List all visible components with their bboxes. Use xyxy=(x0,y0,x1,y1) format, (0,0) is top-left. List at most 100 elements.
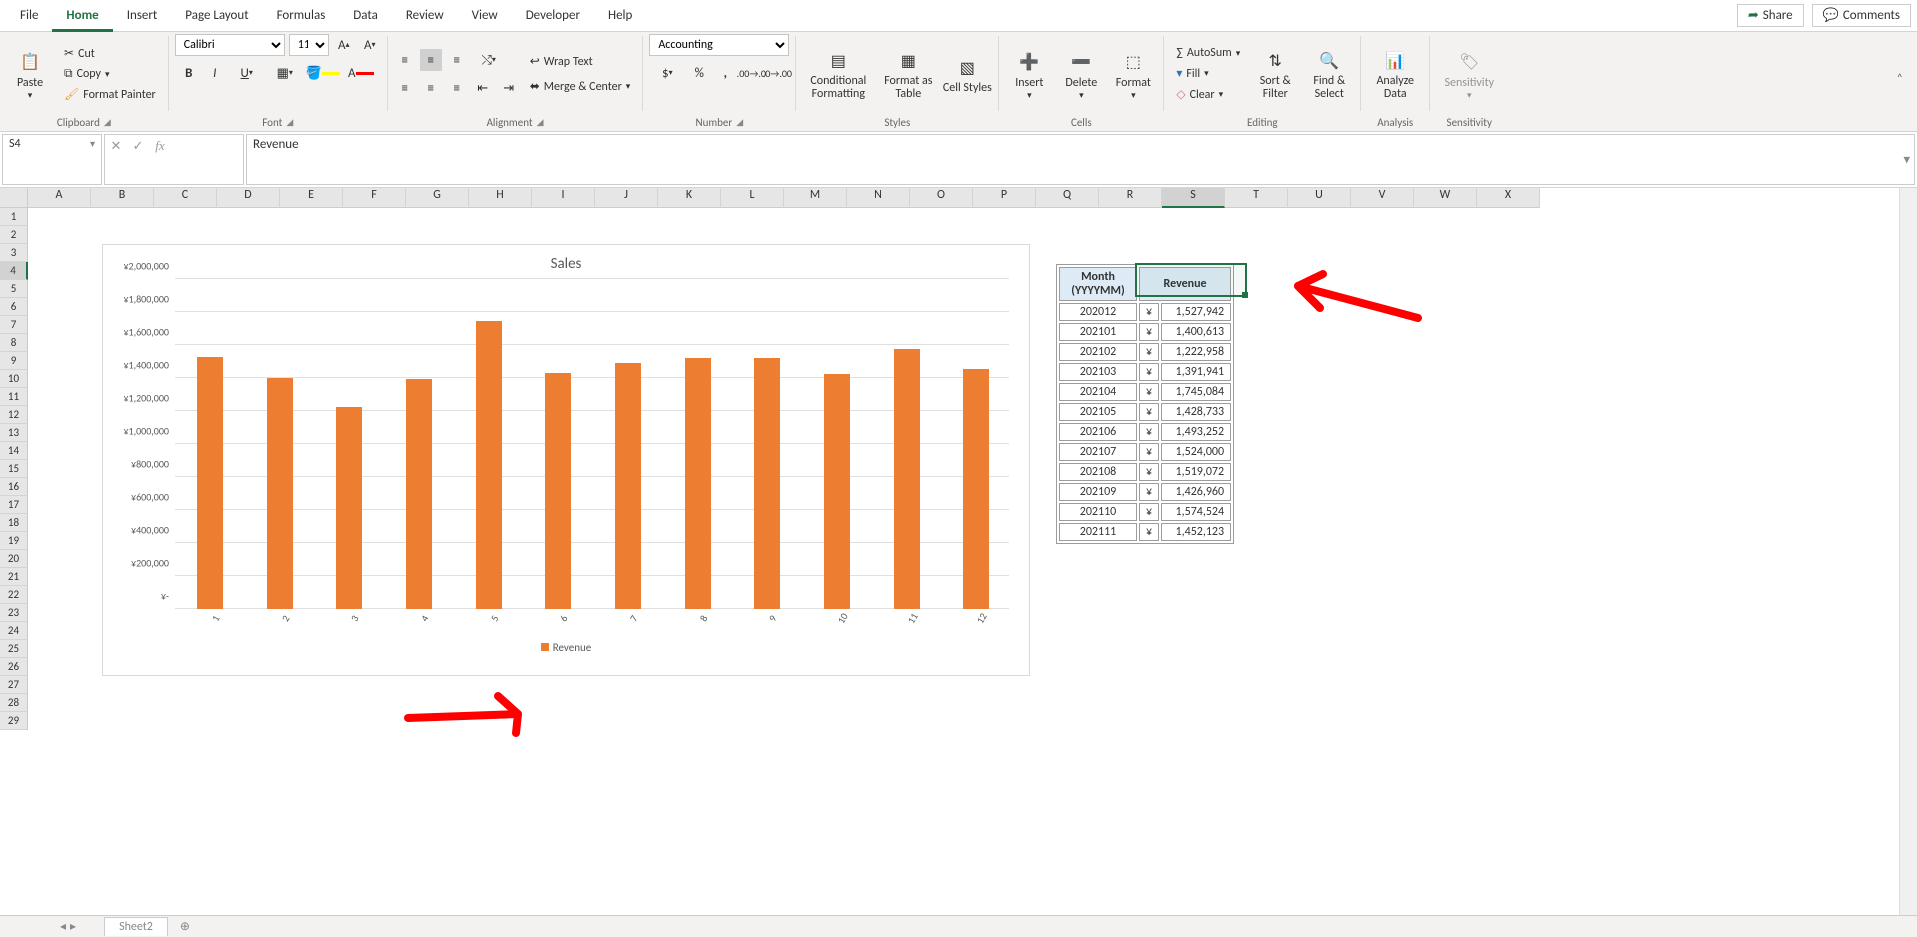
column-header[interactable]: G xyxy=(406,188,469,208)
cell-value[interactable]: 1,400,613 xyxy=(1161,323,1231,341)
cells-area[interactable]: Sales ¥-¥200,000¥400,000¥600,000¥800,000… xyxy=(28,208,1899,915)
align-bottom-icon[interactable]: ≡ xyxy=(446,49,468,71)
table-row[interactable]: 202104¥1,745,084 xyxy=(1059,383,1231,401)
fill-color-button[interactable]: 🪣 xyxy=(306,62,340,84)
cell-month[interactable]: 202109 xyxy=(1059,483,1137,501)
insert-function-icon[interactable]: fx xyxy=(149,135,171,157)
column-header[interactable]: U xyxy=(1288,188,1351,208)
chart-bar[interactable] xyxy=(894,349,920,609)
borders-button[interactable]: ▦ ▾ xyxy=(268,62,302,84)
row-header[interactable]: 5 xyxy=(0,280,28,298)
cell-value[interactable]: 1,426,960 xyxy=(1161,483,1231,501)
column-header[interactable]: T xyxy=(1225,188,1288,208)
dialog-launcher-icon[interactable]: ◢ xyxy=(537,117,544,128)
row-header[interactable]: 21 xyxy=(0,568,28,586)
row-header[interactable]: 12 xyxy=(0,406,28,424)
merge-center-button[interactable]: ⬌Merge & Center▾ xyxy=(524,77,637,96)
autosum-button[interactable]: ∑AutoSum▾ xyxy=(1170,44,1246,62)
align-left-icon[interactable]: ≡ xyxy=(394,77,416,99)
row-header[interactable]: 23 xyxy=(0,604,28,622)
cell-value[interactable]: 1,222,958 xyxy=(1161,343,1231,361)
column-header[interactable]: W xyxy=(1414,188,1477,208)
currency-button[interactable]: $ ▾ xyxy=(650,62,684,84)
row-header[interactable]: 15 xyxy=(0,460,28,478)
column-header[interactable]: X xyxy=(1477,188,1540,208)
row-header[interactable]: 19 xyxy=(0,532,28,550)
row-header[interactable]: 27 xyxy=(0,676,28,694)
copy-button[interactable]: ⧉Copy▾ xyxy=(58,65,162,83)
comma-button[interactable]: , xyxy=(714,62,736,84)
chart-bar[interactable] xyxy=(336,407,362,609)
increase-indent-icon[interactable]: ⇥ xyxy=(498,77,520,99)
delete-cells-button[interactable]: ➖Delete▾ xyxy=(1057,48,1105,101)
cell-value[interactable]: 1,452,123 xyxy=(1161,523,1231,541)
fill-handle[interactable] xyxy=(1242,292,1248,298)
column-header[interactable]: K xyxy=(658,188,721,208)
number-format-combo[interactable]: Accounting xyxy=(649,34,789,56)
row-header[interactable]: 11 xyxy=(0,388,28,406)
align-right-icon[interactable]: ≡ xyxy=(446,77,468,99)
column-header[interactable]: V xyxy=(1351,188,1414,208)
decrease-decimal-icon[interactable]: .0→.00 xyxy=(766,62,788,84)
column-header[interactable]: M xyxy=(784,188,847,208)
cell-month[interactable]: 202106 xyxy=(1059,423,1137,441)
row-header[interactable]: 6 xyxy=(0,298,28,316)
cell-currency[interactable]: ¥ xyxy=(1139,443,1159,461)
table-row[interactable]: 202111¥1,452,123 xyxy=(1059,523,1231,541)
cell-currency[interactable]: ¥ xyxy=(1139,523,1159,541)
tab-view[interactable]: View xyxy=(458,0,512,32)
row-header[interactable]: 20 xyxy=(0,550,28,568)
cell-month[interactable]: 202012 xyxy=(1059,303,1137,321)
tab-insert[interactable]: Insert xyxy=(113,0,172,32)
table-row[interactable]: 202109¥1,426,960 xyxy=(1059,483,1231,501)
row-header[interactable]: 14 xyxy=(0,442,28,460)
fill-button[interactable]: ▾Fill▾ xyxy=(1170,64,1246,83)
bold-button[interactable]: B xyxy=(178,62,200,84)
row-header[interactable]: 13 xyxy=(0,424,28,442)
tab-formulas[interactable]: Formulas xyxy=(263,0,340,32)
decrease-font-icon[interactable]: A▾ xyxy=(359,34,381,56)
cell-month[interactable]: 202104 xyxy=(1059,383,1137,401)
add-sheet-icon[interactable]: ⊕ xyxy=(180,919,190,934)
tab-review[interactable]: Review xyxy=(392,0,458,32)
percent-button[interactable]: % xyxy=(688,62,710,84)
cell-currency[interactable]: ¥ xyxy=(1139,423,1159,441)
cell-currency[interactable]: ¥ xyxy=(1139,503,1159,521)
cell-month[interactable]: 202111 xyxy=(1059,523,1137,541)
italic-button[interactable]: I xyxy=(204,62,226,84)
orientation-button[interactable]: ⤭ ▾ xyxy=(472,49,506,71)
align-top-icon[interactable]: ≡ xyxy=(394,49,416,71)
wrap-text-button[interactable]: ↩Wrap Text xyxy=(524,52,637,71)
font-name-combo[interactable]: Calibri xyxy=(175,34,285,56)
cell-currency[interactable]: ¥ xyxy=(1139,403,1159,421)
chart-bar[interactable] xyxy=(824,374,850,609)
column-header[interactable]: Q xyxy=(1036,188,1099,208)
column-header[interactable]: F xyxy=(343,188,406,208)
name-box[interactable]: S4▾ xyxy=(2,134,102,185)
chart-bar[interactable] xyxy=(476,321,502,609)
row-header[interactable]: 4 xyxy=(0,262,28,280)
row-header[interactable]: 26 xyxy=(0,658,28,676)
cell-month[interactable]: 202108 xyxy=(1059,463,1137,481)
worksheet-grid[interactable]: 1234567891011121314151617181920212223242… xyxy=(0,188,1917,915)
cell-value[interactable]: 1,574,524 xyxy=(1161,503,1231,521)
collapse-ribbon-icon[interactable]: ˄ xyxy=(1897,72,1911,86)
chart-bar[interactable] xyxy=(615,363,641,609)
cell-currency[interactable]: ¥ xyxy=(1139,363,1159,381)
tab-data[interactable]: Data xyxy=(339,0,392,32)
row-header[interactable]: 10 xyxy=(0,370,28,388)
format-painter-button[interactable]: 🖌Format Painter xyxy=(58,85,162,104)
share-button[interactable]: ➦Share xyxy=(1737,4,1804,27)
align-center-icon[interactable]: ≡ xyxy=(420,77,442,99)
column-header[interactable]: R xyxy=(1099,188,1162,208)
select-all-corner[interactable] xyxy=(0,188,28,208)
column-header[interactable]: S xyxy=(1162,188,1225,208)
analyze-data-button[interactable]: 📊Analyze Data xyxy=(1367,47,1423,101)
sheet-tab[interactable]: Sheet2 xyxy=(104,917,168,936)
chart-bar[interactable] xyxy=(545,373,571,609)
table-row[interactable]: 202102¥1,222,958 xyxy=(1059,343,1231,361)
expand-formula-bar-icon[interactable]: ▾ xyxy=(1903,152,1910,167)
dialog-launcher-icon[interactable]: ◢ xyxy=(736,117,743,128)
table-row[interactable]: 202106¥1,493,252 xyxy=(1059,423,1231,441)
cell-currency[interactable]: ¥ xyxy=(1139,483,1159,501)
